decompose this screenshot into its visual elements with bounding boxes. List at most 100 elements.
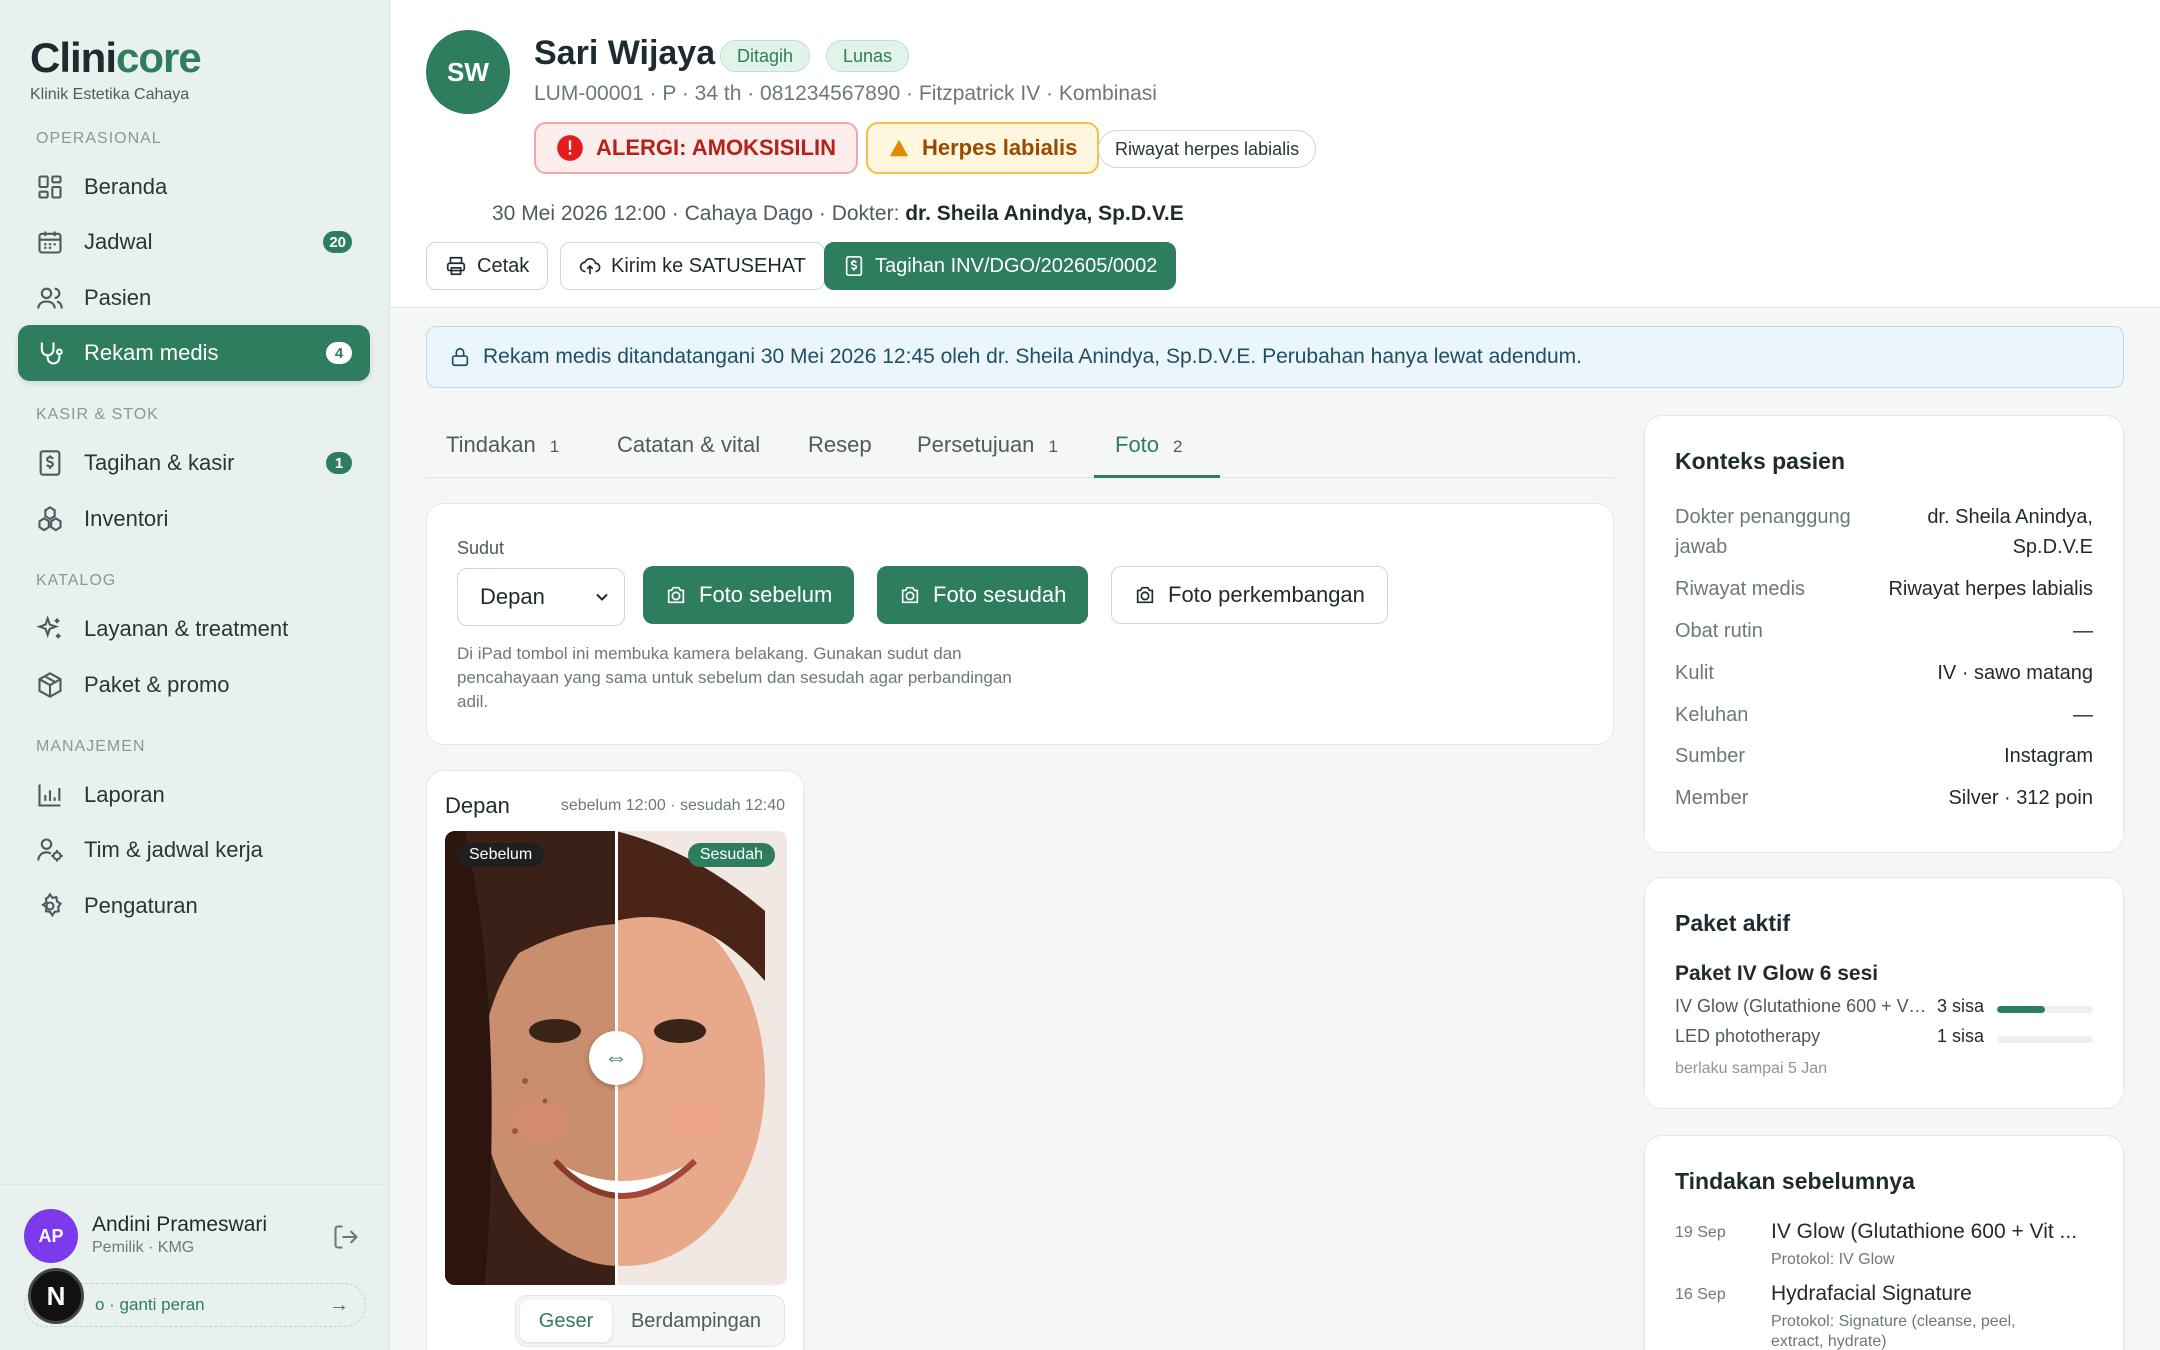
visit-doctor: dr. Sheila Anindya, Sp.D.V.E	[905, 202, 1184, 225]
sidebar-item-label: Beranda	[84, 174, 168, 199]
remaining-progress-bar	[1997, 1036, 2093, 1043]
condition-warning: Herpes labialis	[866, 122, 1100, 174]
tab-persetujuan[interactable]: Persetujuan 1	[917, 432, 1058, 458]
app-logo[interactable]: Clinicore	[30, 34, 202, 82]
sidebar-item-tagihan[interactable]: Tagihan & kasir 1	[18, 435, 370, 491]
status-badge-ditagih: Ditagih	[720, 40, 811, 72]
comparison-title: Depan	[445, 793, 510, 818]
camera-icon	[667, 586, 685, 604]
history-date: 19 Sep	[1675, 1224, 1726, 1241]
history-treatment-link[interactable]: IV Glow (Glutathione 600 + Vit ...	[1771, 1220, 2101, 1244]
history-treatment-link[interactable]: Hydrafacial Signature	[1771, 1282, 2101, 1306]
package-item: LED phototherapy 1 sisa	[1675, 1026, 2093, 1052]
before-after-slider[interactable]: Sebelum Sesudah ⇔	[445, 831, 787, 1285]
active-package-card: Paket aktif Paket IV Glow 6 sesi IV Glow…	[1644, 877, 2124, 1109]
package-name: Paket IV Glow 6 sesi	[1675, 962, 1879, 985]
stethoscope-icon	[40, 342, 63, 365]
sidebar-item-label: Laporan	[84, 782, 165, 807]
record-tabs: Tindakan 1 Catatan & vital Resep Persetuj…	[426, 420, 1614, 478]
cloud-upload-icon	[579, 257, 601, 275]
receipt-icon	[845, 256, 863, 276]
remaining-progress-bar	[1997, 1006, 2093, 1013]
sidebar-item-pengaturan[interactable]: Pengaturan	[18, 878, 370, 934]
photo-capture-card: Sudut Depan Foto sebelum Foto sesudah Fo…	[426, 503, 1614, 745]
arrow-right-icon: →	[329, 1293, 349, 1316]
patient-header: SW Sari Wijaya Ditagih Lunas LUM-00001 ·…	[390, 0, 2160, 308]
package-valid-until: berlaku sampai 5 Jan	[1675, 1060, 1828, 1077]
gear-icon	[41, 892, 62, 918]
sidebar-item-layanan[interactable]: Layanan & treatment	[18, 601, 370, 657]
n-avatar-badge[interactable]: N	[28, 1268, 84, 1324]
slider-handle[interactable]: ⇔	[589, 1031, 643, 1085]
context-row: Member Silver · 312 poin	[1675, 787, 2093, 809]
sidebar-item-rekam-medis[interactable]: Rekam medis 4	[18, 325, 370, 381]
grid-icon	[38, 175, 62, 199]
photo-comparison-card: Depan sebelum 12:00 · sesudah 12:40 Sebe…	[426, 770, 804, 1350]
user-cog-icon	[37, 838, 63, 862]
print-button[interactable]: Cetak	[426, 242, 549, 290]
sidebar-item-paket[interactable]: Paket & promo	[18, 657, 370, 713]
package-item: IV Glow (Glutathione 600 + Vit C) 3 sisa	[1675, 996, 2093, 1022]
tab-tindakan[interactable]: Tindakan 1	[446, 432, 559, 458]
tab-resep[interactable]: Resep	[808, 432, 872, 458]
sidebar-item-label: Pengaturan	[84, 893, 198, 918]
condition-text: Herpes labialis	[922, 135, 1078, 160]
sidebar-item-label: Pasien	[84, 285, 152, 310]
status-badge-lunas: Lunas	[826, 40, 910, 72]
count-badge: 4	[326, 342, 352, 364]
camera-hint: Di iPad tombol ini membuka kamera belaka…	[457, 644, 1012, 711]
warning-triangle-icon	[889, 139, 909, 157]
tab-foto[interactable]: Foto 2	[1115, 432, 1183, 458]
package-title: Paket aktif	[1675, 910, 1791, 936]
tab-catatan-vital[interactable]: Catatan & vital	[617, 432, 760, 458]
camera-icon	[901, 586, 919, 604]
angle-label: Sudut	[457, 538, 505, 558]
clinic-name: Klinik Estetika Cahaya	[30, 86, 190, 103]
avatar[interactable]: AP	[24, 1209, 78, 1263]
camera-icon	[1136, 586, 1154, 604]
mode-slide-button[interactable]: Geser	[520, 1300, 612, 1342]
photo-before-button[interactable]: Foto sebelum	[643, 566, 855, 624]
history-protocol: Protokol: IV Glow	[1771, 1251, 1895, 1268]
before-tag: Sebelum	[457, 843, 545, 867]
angle-select[interactable]: Depan	[457, 568, 625, 626]
switch-role-label: o · ganti peran	[95, 1295, 205, 1314]
context-row: Kulit IV · sawo matang	[1675, 662, 2093, 684]
sidebar-item-laporan[interactable]: Laporan	[18, 767, 370, 823]
photo-after-button[interactable]: Foto sesudah	[877, 566, 1089, 624]
sidebar-item-label: Tagihan & kasir	[84, 450, 235, 475]
patient-meta: LUM-00001 · P · 34 th · 081234567890 · F…	[534, 82, 1157, 105]
patient-avatar: SW	[426, 30, 510, 114]
photo-progress-button[interactable]: Foto perkembangan	[1111, 566, 1388, 624]
active-tab-indicator	[1094, 475, 1220, 478]
boxes-icon	[38, 506, 62, 532]
section-kasir-stok: KASIR & STOK	[36, 406, 159, 423]
previous-treatments-card: Tindakan sebelumnya 19 Sep IV Glow (Glut…	[1644, 1135, 2124, 1350]
context-row: Sumber Instagram	[1675, 745, 2093, 767]
sidebar-item-pasien[interactable]: Pasien	[18, 270, 370, 326]
patient-name: Sari Wijaya	[534, 34, 716, 72]
count-badge: 20	[323, 231, 352, 253]
invoice-button[interactable]: Tagihan INV/DGO/202605/0002	[824, 242, 1177, 290]
comparison-times: sebelum 12:00 · sesudah 12:40	[560, 797, 785, 814]
section-manajemen: MANAJEMEN	[36, 738, 146, 755]
send-satusehat-button[interactable]: Kirim ke SATUSEHAT	[560, 242, 825, 290]
logout-icon[interactable]	[332, 1223, 360, 1251]
sidebar-item-beranda[interactable]: Beranda	[18, 159, 370, 215]
sidebar-item-label: Paket & promo	[84, 672, 230, 697]
user-role: Pemilik · KMG	[92, 1239, 195, 1256]
count-badge: 1	[326, 452, 352, 474]
sidebar-item-inventori[interactable]: Inventori	[18, 491, 370, 547]
users-icon	[37, 287, 63, 309]
sidebar-item-tim[interactable]: Tim & jadwal kerja	[18, 822, 370, 878]
history-pill: Riwayat herpes labialis	[1098, 130, 1317, 168]
sidebar-item-label: Tim & jadwal kerja	[84, 837, 263, 862]
signed-notice-text: Rekam medis ditandatangani 30 Mei 2026 1…	[483, 345, 1582, 368]
section-operasional: OPERASIONAL	[36, 130, 162, 147]
sparkles-icon	[36, 615, 61, 639]
mode-side-by-side-button[interactable]: Berdampingan	[612, 1300, 780, 1342]
sidebar-item-label: Jadwal	[84, 229, 153, 254]
context-row: Keluhan —	[1675, 704, 2093, 726]
sidebar-item-label: Rekam medis	[84, 340, 219, 365]
sidebar-item-jadwal[interactable]: Jadwal 20	[18, 214, 370, 270]
